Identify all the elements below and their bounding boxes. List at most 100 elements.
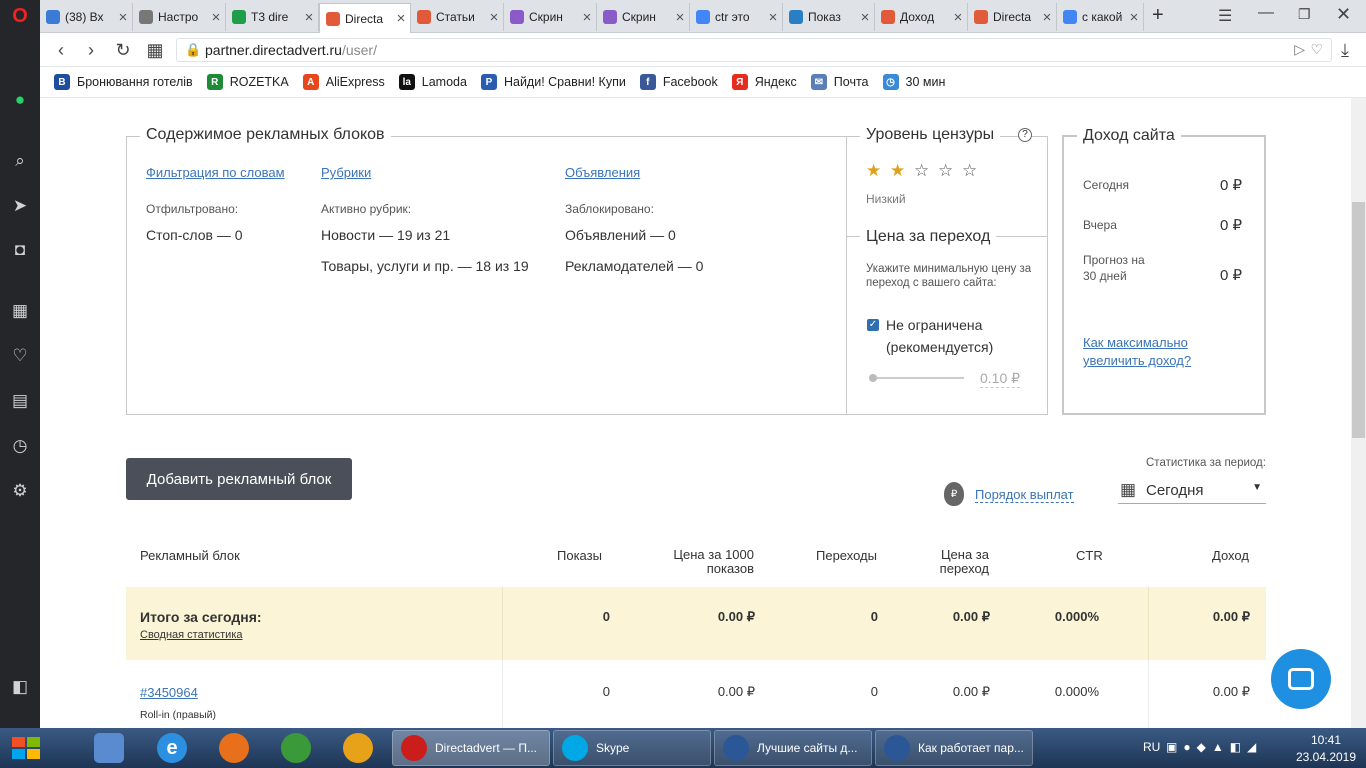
search-icon[interactable]: ⌕ [0,143,40,179]
period-label: Статистика за период: [1146,457,1266,469]
rating-star-icon[interactable]: ★ [866,161,881,181]
rating-star-icon[interactable]: ☆ [914,161,929,181]
tab-7[interactable]: ctr это × [690,3,783,31]
tab-4[interactable]: Статьи × [411,3,504,31]
camera-icon[interactable]: ◘ [0,232,40,268]
start-button[interactable] [6,731,46,765]
taskbar-window-1[interactable]: Skype [553,730,711,766]
clock-time[interactable]: 10:41 [1296,733,1356,747]
speed-dial-icon[interactable]: ▦ [0,293,40,329]
tab-6[interactable]: Скрин × [597,3,690,31]
tray-icons[interactable]: ▣●◆▲◧◢ [1166,740,1262,754]
bookmark-8[interactable]: ◷ 30 мин [882,74,945,90]
bookmark-7[interactable]: ✉ Почта [810,74,869,90]
rating-star-icon[interactable]: ☆ [962,161,977,181]
language-indicator[interactable]: RU [1143,740,1160,754]
flow-icon[interactable]: ▷ [1294,41,1305,58]
chat-button[interactable] [1271,649,1331,709]
ads-link[interactable]: Объявления [565,165,640,180]
lock-icon: 🔒 [185,42,202,57]
url-field[interactable]: 🔒 partner.directadvert.ru/user/ ▷ ♡ [176,38,1332,62]
bookmark-3[interactable]: la Lamoda [398,74,467,90]
tab-close-icon[interactable]: × [300,9,318,26]
tab-10[interactable]: Directa × [968,3,1057,31]
tabs-overview-button[interactable]: ▦ [140,33,170,67]
cpc-slider-track[interactable] [872,377,964,379]
tab-9[interactable]: Доход × [875,3,968,31]
bookmark-1[interactable]: R ROZETKA [206,74,289,90]
tab-3[interactable]: Directa × [319,3,411,33]
bookmark-favicon-icon: P [480,74,497,90]
ie-icon[interactable]: e [157,733,187,763]
help-icon[interactable]: ? [1018,128,1032,142]
reload-button[interactable]: ↻ [108,33,138,67]
money-bag-icon: ₽ [944,482,964,506]
bookmark-heart-icon[interactable]: ♡ [1310,41,1323,58]
bookmark-6[interactable]: Я Яндекс [731,74,797,90]
taskbar-window-3[interactable]: Как работает пар... [875,730,1033,766]
tab-close-icon[interactable]: × [1038,9,1056,26]
cpc-slider-handle[interactable] [869,374,877,382]
tab-menu-icon[interactable]: ☰ [1218,6,1232,26]
tab-0[interactable]: (38) Вх × [40,3,133,31]
filter-words-link[interactable]: Фильтрация по словам [146,165,285,180]
news-icon[interactable]: ▤ [0,383,40,419]
send-icon[interactable]: ➤ [0,188,40,224]
tab-2[interactable]: Т3 dire × [226,3,319,31]
volume-app-icon[interactable] [94,733,124,763]
bookmark-2[interactable]: A AliExpress [302,74,385,90]
sidebar-toggle-icon[interactable]: ◧ [0,669,40,705]
whatsapp-icon[interactable]: ● [0,82,40,118]
new-tab-button[interactable]: + [1152,4,1164,27]
tab-close-icon[interactable]: × [485,9,503,26]
restore-button[interactable]: ❐ [1298,6,1311,23]
tab-close-icon[interactable]: × [392,10,410,27]
tab-1[interactable]: Настро × [133,3,226,31]
row-impressions: 0 [602,684,610,699]
tab-8[interactable]: Показ × [783,3,875,31]
bookmark-4[interactable]: P Найди! Сравни! Купи [480,74,626,90]
tab-close-icon[interactable]: × [207,9,225,26]
tab-11[interactable]: с какой × [1057,3,1144,31]
period-select[interactable]: ▦ Сегодня ▼ [1118,478,1266,504]
back-button[interactable]: ‹ [46,33,76,67]
download-icon[interactable]: ⤓ [1330,33,1360,67]
tab-close-icon[interactable]: × [949,9,967,26]
payout-order-link[interactable]: Порядок выплат [975,487,1074,503]
summary-stats-link[interactable]: Сводная статистика [140,629,243,641]
unlimited-checkbox[interactable]: ✓ [867,319,879,331]
tab-5[interactable]: Скрин × [504,3,597,31]
bookmark-0[interactable]: B Бронювання готелів [54,74,193,90]
ad-block-id-link[interactable]: #3450964 [140,685,198,700]
heart-icon[interactable]: ♡ [0,338,40,374]
opera-logo[interactable]: O [0,0,40,33]
aimp-icon[interactable] [343,733,373,763]
taskbar-window-2[interactable]: Лучшие сайты д... [714,730,872,766]
close-window-button[interactable]: ✕ [1336,4,1351,25]
tab-title: Скрин [622,10,656,24]
tab-close-icon[interactable]: × [856,9,874,26]
bookmark-5[interactable]: f Facebook [639,74,718,90]
history-icon[interactable]: ◷ [0,428,40,464]
rating-star-icon[interactable]: ★ [890,161,905,181]
rubrics-link[interactable]: Рубрики [321,165,371,180]
cpc-value[interactable]: 0.10 ₽ [980,370,1021,388]
firefox-icon[interactable] [219,733,249,763]
tab-close-icon[interactable]: × [114,9,132,26]
settings-icon[interactable]: ⚙ [0,473,40,509]
tab-close-icon[interactable]: × [1125,9,1143,26]
clock-date[interactable]: 23.04.2019 [1292,750,1360,764]
scrollbar-thumb[interactable] [1352,202,1365,438]
add-ad-block-button[interactable]: Добавить рекламный блок [126,458,352,500]
downloader-icon[interactable] [281,733,311,763]
rating-star-icon[interactable]: ☆ [938,161,953,181]
unlimited-label[interactable]: Не ограничена (рекомендуется) [886,314,1026,358]
tab-close-icon[interactable]: × [764,9,782,26]
forward-button[interactable]: › [76,33,106,67]
tab-close-icon[interactable]: × [671,9,689,26]
content-blocks-title: Содержимое рекламных блоков [140,126,391,144]
minimize-button[interactable]: — [1258,4,1274,22]
tab-close-icon[interactable]: × [578,9,596,26]
increase-income-link[interactable]: Как максимально увеличить доход? [1083,334,1213,370]
taskbar-window-0[interactable]: Directadvert — П... [392,730,550,766]
